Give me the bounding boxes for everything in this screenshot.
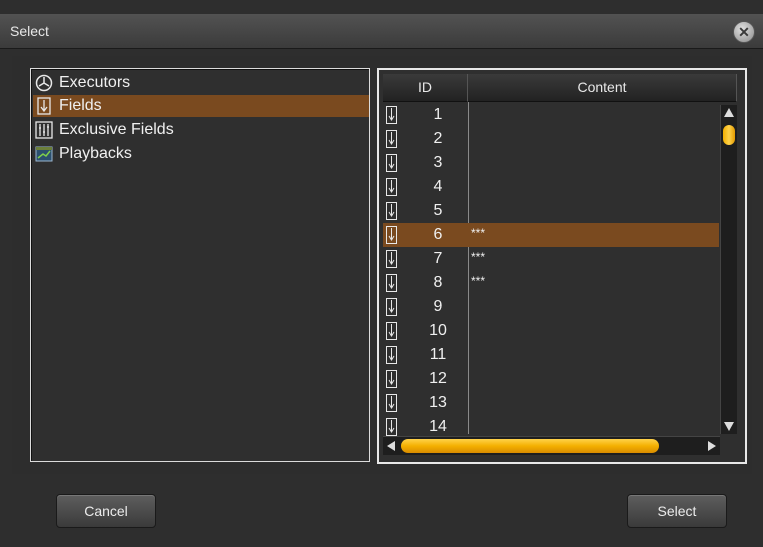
playback-icon: [35, 146, 53, 162]
table-row[interactable]: 12: [383, 367, 719, 391]
field-icon: [386, 154, 397, 172]
table-row[interactable]: 7 ***: [383, 247, 719, 271]
table-row[interactable]: 9: [383, 295, 719, 319]
tree-item-playbacks[interactable]: Playbacks: [33, 143, 369, 165]
field-icon: [386, 370, 397, 388]
close-icon[interactable]: ✕: [733, 21, 755, 43]
row-content: ***: [471, 274, 486, 288]
scroll-down-icon[interactable]: [724, 422, 734, 431]
row-id: 14: [429, 418, 447, 435]
dialog-title: Select: [10, 23, 49, 39]
column-header-content[interactable]: Content: [468, 74, 737, 102]
vertical-scroll-thumb[interactable]: [723, 125, 735, 145]
tree-item-label: Fields: [59, 97, 102, 114]
table-row[interactable]: 5: [383, 199, 719, 223]
item-table: ID Content 1 2 3 4 5 6 *** 7 *** 8 *** 9 10 11 12 13 14: [377, 68, 747, 464]
table-row[interactable]: 6 ***: [383, 223, 719, 247]
field-icon: [386, 346, 397, 364]
tree-item-fields[interactable]: Fields: [33, 95, 369, 117]
scroll-up-icon[interactable]: [724, 108, 734, 117]
type-tree: Executors Fields Exclusive Fields Playba…: [30, 68, 370, 462]
scroll-left-icon[interactable]: [387, 441, 395, 451]
table-row[interactable]: 2: [383, 127, 719, 151]
row-id: 1: [433, 106, 443, 123]
tree-item-label: Exclusive Fields: [59, 121, 174, 138]
row-id: 12: [429, 370, 447, 387]
field-icon: [386, 418, 397, 436]
table-row[interactable]: 1: [383, 103, 719, 127]
tree-item-executors[interactable]: Executors: [33, 72, 369, 94]
row-id: 4: [433, 178, 443, 195]
row-id: 11: [429, 346, 447, 363]
field-icon: [386, 106, 397, 124]
field-icon: [386, 202, 397, 220]
field-icon: [386, 298, 397, 316]
field-icon: [386, 250, 397, 268]
vertical-scrollbar[interactable]: [720, 105, 737, 434]
exclusive-fields-icon: [35, 121, 53, 139]
row-content: ***: [471, 250, 486, 264]
row-id: 13: [429, 394, 447, 411]
row-id: 2: [433, 130, 443, 147]
row-id: 6: [433, 226, 443, 243]
horizontal-scrollbar[interactable]: [383, 436, 720, 455]
table-row[interactable]: 4: [383, 175, 719, 199]
table-row[interactable]: 10: [383, 319, 719, 343]
column-header-id[interactable]: ID: [383, 74, 468, 102]
table-row[interactable]: 3: [383, 151, 719, 175]
field-icon: [386, 274, 397, 292]
field-icon: [386, 130, 397, 148]
field-icon: [386, 322, 397, 340]
tree-item-label: Playbacks: [59, 145, 132, 162]
table-row[interactable]: 11: [383, 343, 719, 367]
table-row[interactable]: 13: [383, 391, 719, 415]
field-icon: [386, 226, 397, 244]
cancel-button[interactable]: Cancel: [56, 494, 156, 528]
table-row[interactable]: 8 ***: [383, 271, 719, 295]
row-id: 9: [433, 298, 443, 315]
field-icon: [37, 97, 51, 115]
field-icon: [386, 178, 397, 196]
select-button[interactable]: Select: [627, 494, 727, 528]
title-bar: Select ✕: [0, 14, 763, 49]
row-id: 5: [433, 202, 443, 219]
row-id: 7: [433, 250, 443, 267]
scroll-right-icon[interactable]: [708, 441, 716, 451]
field-icon: [386, 394, 397, 412]
row-id: 8: [433, 274, 443, 291]
horizontal-scroll-thumb[interactable]: [401, 439, 659, 453]
tree-item-label: Executors: [59, 74, 131, 91]
row-id: 10: [429, 322, 447, 339]
tree-item-exclusive-fields[interactable]: Exclusive Fields: [33, 119, 369, 141]
select-dialog: Select ✕ Executors Fields Exclusive Fiel…: [0, 0, 763, 547]
row-content: ***: [471, 226, 486, 240]
row-id: 3: [433, 154, 443, 171]
executor-icon: [35, 74, 53, 92]
